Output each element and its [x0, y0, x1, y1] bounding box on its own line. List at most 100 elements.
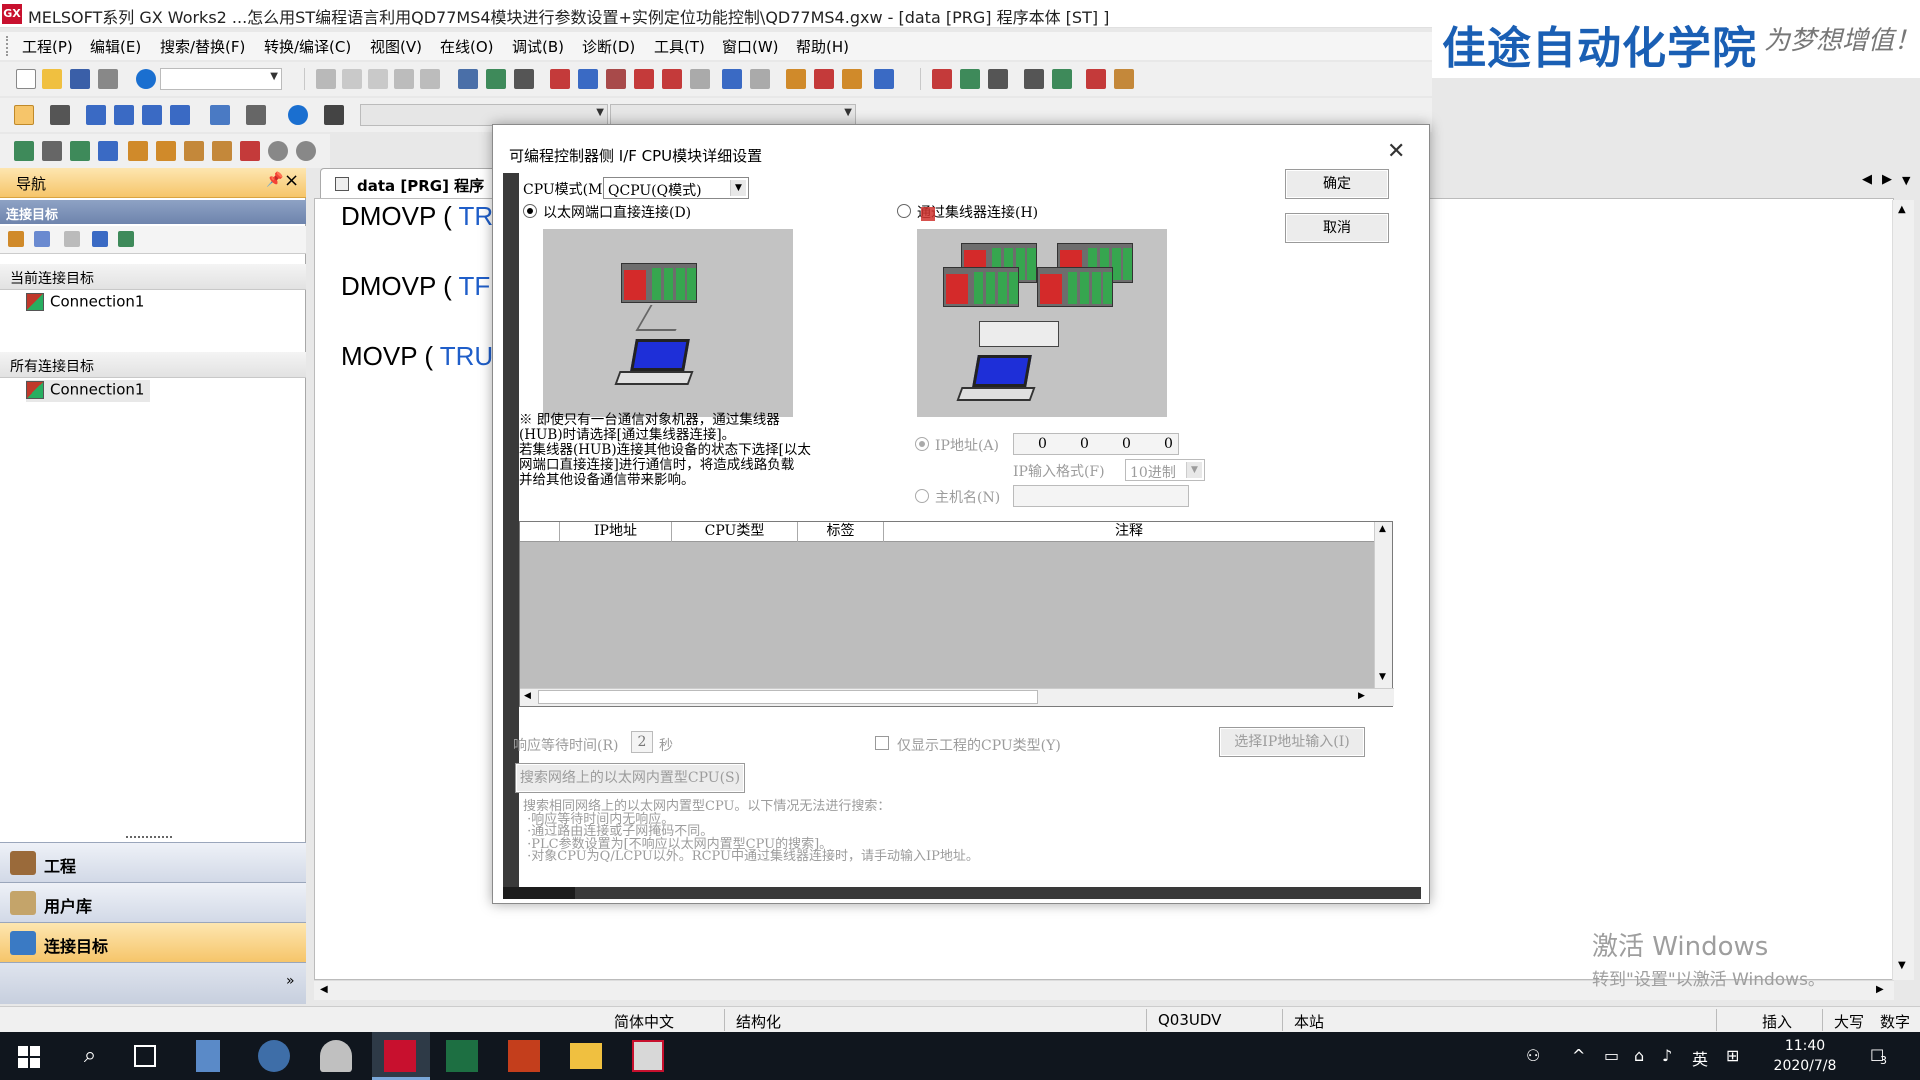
simulation-icon[interactable]: [814, 69, 834, 89]
menu-debug[interactable]: 调试(B): [512, 36, 564, 57]
current-connection-item[interactable]: Connection1: [26, 292, 144, 314]
help-icon[interactable]: [136, 69, 156, 89]
scroll-left-icon[interactable]: ◀: [524, 691, 531, 701]
add-connection-icon[interactable]: [8, 231, 24, 247]
cpu-mode-select[interactable]: QCPU(Q模式) ▼: [603, 177, 749, 199]
scroll-right-icon[interactable]: ▶: [1358, 691, 1365, 701]
direct-connection-radio[interactable]: [523, 204, 537, 218]
paste-connection-icon[interactable]: [64, 231, 80, 247]
device-dev2-icon[interactable]: [142, 105, 162, 125]
app-red-icon[interactable]: [632, 1040, 664, 1072]
monitor-start-icon[interactable]: [722, 69, 742, 89]
device-batch-icon[interactable]: [486, 69, 506, 89]
toolbar-combo[interactable]: ▼: [160, 68, 282, 90]
device-dev1-icon[interactable]: [114, 105, 134, 125]
find-next-icon[interactable]: [98, 141, 118, 161]
file-explorer-icon[interactable]: [570, 1043, 602, 1069]
battery-icon[interactable]: ▭: [1604, 1046, 1619, 1065]
step-run-icon[interactable]: [932, 69, 952, 89]
nav-library-button[interactable]: 用户库: [0, 882, 306, 922]
skip-icon[interactable]: [1052, 69, 1072, 89]
powerpoint-icon[interactable]: [508, 1040, 540, 1072]
menu-edit[interactable]: 编辑(E): [90, 36, 141, 57]
copy-connection-icon[interactable]: [34, 231, 50, 247]
device-dev3-icon[interactable]: [170, 105, 190, 125]
all-connection-item[interactable]: Connection1: [26, 380, 151, 402]
logging-icon[interactable]: [1114, 69, 1134, 89]
menu-window[interactable]: 窗口(W): [722, 36, 779, 57]
save-icon[interactable]: [70, 69, 90, 89]
excel-icon[interactable]: [446, 1040, 478, 1072]
only-project-cpu-checkbox[interactable]: [875, 736, 889, 750]
rising-edge-icon[interactable]: [184, 141, 204, 161]
table-header-comment[interactable]: 注释: [884, 522, 1374, 542]
menu-tools[interactable]: 工具(T): [654, 36, 705, 57]
binoculars-icon[interactable]: [324, 105, 344, 125]
windows-start-icon[interactable]: [14, 1040, 46, 1072]
watch-icon[interactable]: [786, 69, 806, 89]
host-name-radio[interactable]: [915, 489, 929, 503]
tab-scroll-left-icon[interactable]: ◀: [1862, 172, 1872, 187]
scroll-thumb[interactable]: [538, 690, 1038, 704]
redo-icon[interactable]: [420, 69, 440, 89]
cut-icon[interactable]: [316, 69, 336, 89]
editor-tab[interactable]: data [PRG] 程序: [320, 168, 520, 200]
search-cpu-button[interactable]: 搜索网络上的以太网内置型CPU(S): [515, 763, 745, 793]
table-header-cpu-type[interactable]: CPU类型: [672, 522, 798, 542]
watch-window-icon[interactable]: [210, 105, 230, 125]
verify-icon[interactable]: [606, 69, 626, 89]
element-selection-icon[interactable]: [50, 105, 70, 125]
contact-icon[interactable]: [128, 141, 148, 161]
print-icon[interactable]: [98, 69, 118, 89]
tab-scroll-right-icon[interactable]: ▶: [1882, 172, 1892, 187]
direct-connection-label[interactable]: 以太网端口直接连接(D): [543, 202, 691, 222]
menu-diagnostics[interactable]: 诊断(D): [582, 36, 635, 57]
properties-icon[interactable]: [92, 231, 108, 247]
read-plc-icon[interactable]: [578, 69, 598, 89]
system-clock[interactable]: 11:40 2020/7/8: [1760, 1036, 1850, 1076]
menu-search-replace[interactable]: 搜索/替换(F): [160, 36, 245, 57]
nav-connection-button[interactable]: 连接目标: [0, 922, 306, 962]
table-header-label[interactable]: 标签: [798, 522, 884, 542]
monitor-stop-icon[interactable]: [750, 69, 770, 89]
device-list-icon[interactable]: [514, 69, 534, 89]
undo-icon[interactable]: [394, 69, 414, 89]
table-horizontal-scrollbar[interactable]: ◀ ▶: [520, 688, 1394, 706]
coil-icon[interactable]: [156, 141, 176, 161]
toolbar-combo-2[interactable]: ▼: [360, 104, 608, 126]
zoom-in-icon[interactable]: [268, 141, 288, 161]
step-out-icon[interactable]: [988, 69, 1008, 89]
table-header-ip[interactable]: IP地址: [560, 522, 672, 542]
ime-mode-icon[interactable]: ⊞: [1726, 1046, 1739, 1065]
ip-address-radio[interactable]: [915, 437, 929, 451]
gx-works-icon[interactable]: [384, 1040, 416, 1072]
hub-connection-label[interactable]: 通过集线器连接(H): [917, 202, 1038, 222]
toolbar-combo-3[interactable]: ▼: [610, 104, 856, 126]
people-icon[interactable]: ⚇: [1526, 1046, 1540, 1065]
wait-time-field[interactable]: 2: [631, 731, 653, 753]
menu-convert-compile[interactable]: 转换/编译(C): [264, 36, 351, 57]
menu-online[interactable]: 在线(O): [440, 36, 494, 57]
network-icon[interactable]: ⌂: [1634, 1046, 1644, 1065]
close-icon[interactable]: ✕: [1387, 139, 1405, 164]
tools-icon[interactable]: [246, 105, 266, 125]
cancel-button[interactable]: 取消: [1285, 213, 1389, 243]
scroll-up-icon[interactable]: ▲: [1379, 524, 1386, 534]
hub-connection-radio[interactable]: [897, 204, 911, 218]
remote-stop-icon[interactable]: [662, 69, 682, 89]
ime-language[interactable]: 英: [1692, 1046, 1708, 1070]
task-view-icon[interactable]: [134, 1045, 156, 1067]
breakpoint-icon[interactable]: [1024, 69, 1044, 89]
ladder-icon[interactable]: [14, 141, 34, 161]
calculator-icon[interactable]: [196, 1040, 220, 1072]
output-window-icon[interactable]: [86, 105, 106, 125]
list-icon[interactable]: [42, 141, 62, 161]
search-icon[interactable]: ⌕: [74, 1040, 106, 1072]
delete-icon[interactable]: [240, 141, 260, 161]
chevron-up-icon[interactable]: ^: [1572, 1046, 1585, 1065]
app-globe-icon[interactable]: [258, 1040, 290, 1072]
trace-icon[interactable]: [842, 69, 862, 89]
ip-format-select[interactable]: 10进制 ▼: [1125, 459, 1205, 481]
find-icon[interactable]: [70, 141, 90, 161]
scroll-down-icon[interactable]: ▼: [1379, 672, 1386, 682]
